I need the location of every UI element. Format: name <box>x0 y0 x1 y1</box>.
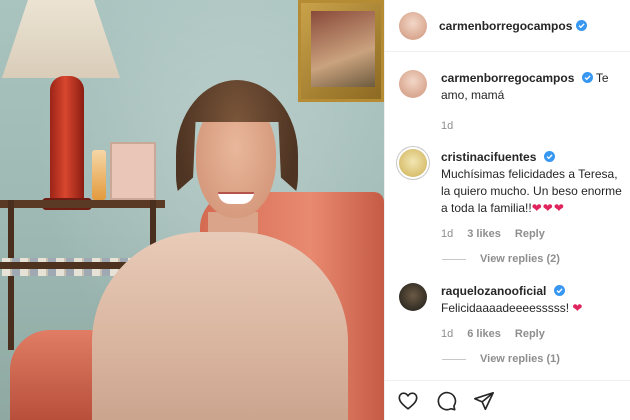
photo-painting <box>311 11 375 87</box>
commenter-avatar[interactable] <box>399 149 427 177</box>
author-username-row: carmenborregocampos <box>439 19 588 33</box>
view-replies-label: View replies (1) <box>480 353 560 365</box>
paper-plane-icon[interactable] <box>473 390 495 412</box>
commenter-username[interactable]: cristinacifuentes <box>441 150 536 164</box>
comment-meta: 1d 6 likes Reply <box>441 326 622 343</box>
post-photo[interactable] <box>0 0 384 420</box>
comment-item: raquelozanooficial Felicidaaaadeeeesssss… <box>399 283 622 343</box>
comment-item: cristinacifuentes Muchísimas felicidades… <box>399 149 622 243</box>
caption-meta: 1d <box>441 118 622 135</box>
view-replies-button[interactable]: View replies (2) <box>442 253 622 265</box>
view-replies-dash <box>442 258 466 260</box>
author-username[interactable]: carmenborregocampos <box>439 19 572 33</box>
view-replies-label: View replies (2) <box>480 253 560 265</box>
post-actions-bar <box>385 380 630 420</box>
photo-lamp-base <box>50 76 84 206</box>
comments-list: carmenborregocampos Te amo, mamá 1d cris… <box>385 52 630 365</box>
photo-picture-frame <box>110 142 156 200</box>
photo-blouse <box>92 232 348 420</box>
heart-emoji-icon: ❤ <box>572 301 584 315</box>
comment-body: raquelozanooficial Felicidaaaadeeeesssss… <box>441 283 622 343</box>
comment-likes[interactable]: 3 likes <box>467 226 501 243</box>
caption-time[interactable]: 1d <box>441 118 453 135</box>
caption-avatar[interactable] <box>399 70 427 98</box>
heart-outline-icon[interactable] <box>397 390 419 412</box>
view-replies-button[interactable]: View replies (1) <box>442 353 622 365</box>
post-header: carmenborregocampos <box>385 0 630 52</box>
commenter-username[interactable]: raquelozanooficial <box>441 284 546 298</box>
verified-badge-icon <box>581 72 593 83</box>
caption-username[interactable]: carmenborregocampos <box>441 71 574 85</box>
comment-body: cristinacifuentes Muchísimas felicidades… <box>441 149 622 243</box>
comment-bubble-icon[interactable] <box>435 390 457 412</box>
reply-button[interactable]: Reply <box>515 226 545 243</box>
post-sidebar: carmenborregocampos carmenborregocampos … <box>384 0 630 420</box>
photo-bottle <box>92 150 106 200</box>
commenter-avatar[interactable] <box>399 283 427 311</box>
photo-shelf-top <box>0 200 165 208</box>
caption: carmenborregocampos Te amo, mamá 1d <box>399 70 622 135</box>
photo-painting-frame <box>298 0 384 102</box>
comment-meta: 1d 3 likes Reply <box>441 226 622 243</box>
heart-emoji-icon: ❤❤❤ <box>531 201 565 215</box>
caption-body: carmenborregocampos Te amo, mamá 1d <box>441 70 622 135</box>
reply-button[interactable]: Reply <box>515 326 545 343</box>
comment-text: Felicidaaaadeeeesssss! <box>441 301 570 315</box>
verified-badge-icon <box>543 151 555 162</box>
verified-badge-icon <box>553 285 565 296</box>
comment-time[interactable]: 1d <box>441 326 453 343</box>
comment-time[interactable]: 1d <box>441 226 453 243</box>
view-replies-dash <box>442 358 466 360</box>
author-avatar[interactable] <box>399 11 427 40</box>
comment-likes[interactable]: 6 likes <box>467 326 501 343</box>
verified-badge-icon <box>576 20 588 31</box>
